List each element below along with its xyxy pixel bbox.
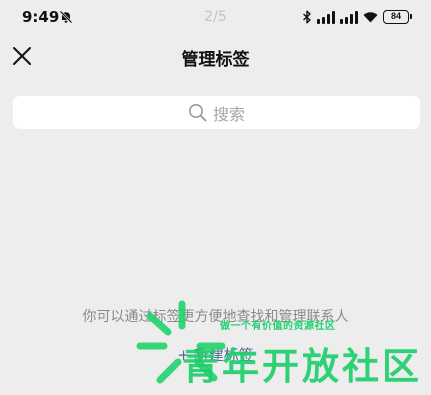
plus-icon: + (177, 346, 190, 364)
signal-icon (340, 10, 358, 24)
search-icon (188, 104, 207, 122)
bluetooth-icon (303, 10, 311, 24)
signal-icon (317, 10, 335, 24)
search-placeholder: 搜索 (212, 104, 245, 124)
page-title: 管理标签 (181, 50, 250, 70)
empty-state-hint: 你可以通过标签更方便地查找和管理联系人 (82, 309, 349, 325)
search-input[interactable]: 搜索 (13, 96, 420, 129)
close-icon[interactable] (10, 44, 34, 68)
search-inner: 搜索 (13, 96, 420, 129)
status-icons: 84 (302, 9, 412, 25)
nav-bar: 管理标签 (0, 36, 431, 78)
battery-icon: 84 (383, 10, 412, 24)
new-tag-link[interactable]: + 新建标签 (0, 344, 431, 365)
wifi-icon (363, 12, 378, 23)
new-tag-label: 新建标签 (193, 346, 254, 364)
status-bar: 9:49 2/5 84 (0, 0, 431, 36)
